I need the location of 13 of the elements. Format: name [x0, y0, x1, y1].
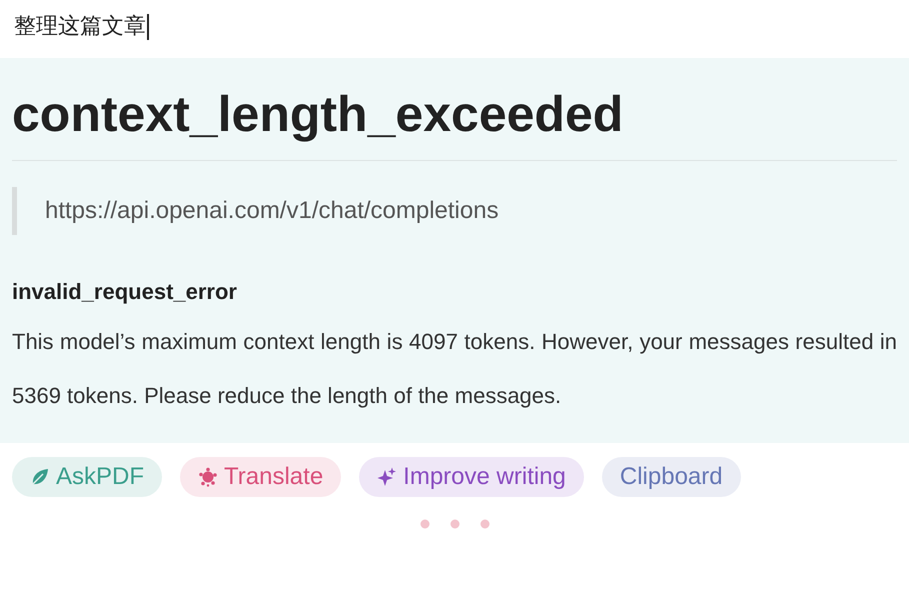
endpoint-quote: https://api.openai.com/v1/chat/completions	[12, 187, 897, 235]
leaf-icon	[30, 467, 50, 487]
error-title: context_length_exceeded	[12, 85, 624, 144]
typing-indicator-drawing	[420, 519, 490, 529]
action-button[interactable]: Translate	[180, 457, 342, 497]
error-type: invalid_request_error	[12, 279, 238, 305]
error-message: This model’s maximum context length is 4097 tokens. However, your messages resulted in 5369 tokens. Please reduce the length of the messages.	[12, 328, 897, 410]
action-button[interactable]: Improve writing	[359, 457, 584, 497]
prompt-field[interactable]: 整理这篇文章	[14, 10, 148, 44]
action-button[interactable]: AskPDF	[12, 457, 162, 497]
splat-icon	[198, 467, 218, 487]
action-button[interactable]: Clipboard	[602, 457, 741, 497]
sparkle-icon	[377, 467, 398, 487]
